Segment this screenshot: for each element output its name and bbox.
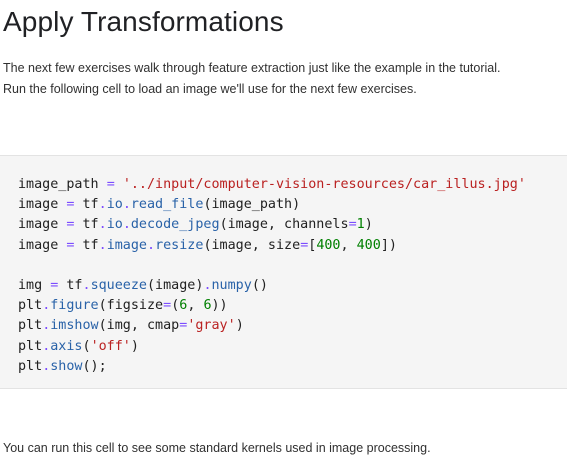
intro-text-line-1: The next few exercises walk through feat… [3,61,501,75]
code-token: tf [58,277,83,293]
code-token: plt [18,358,43,374]
code-token: ) [364,217,373,233]
code-token: (image, channels [219,217,349,233]
code-token: () [251,277,268,293]
outro-text: You can run this cell to see some standa… [3,441,431,455]
code-cell[interactable]: image_path = '../input/computer-vision-r… [0,155,567,389]
code-token: imshow [50,318,99,334]
code-token: )) [211,298,228,314]
code-line: plt.figure(figsize=(6, 6)) [18,296,526,316]
code-token: (image) [147,277,204,293]
code-token: . [98,197,107,213]
code-line: image = tf.image.resize(image, size=[400… [18,236,526,256]
code-token: . [98,217,107,233]
code-token: image [18,237,59,253]
code-token: io [106,197,123,213]
code-token: decode_jpeg [130,217,220,233]
code-token: show [50,358,83,374]
code-token: (image, size [203,237,301,253]
code-token: squeeze [90,277,147,293]
code-line: image = tf.io.decode_jpeg(image, channel… [18,215,526,235]
code-token: image_path [18,177,99,192]
code-token: . [122,217,131,233]
code-token: plt [18,298,43,314]
code-token: tf [74,237,99,253]
code-token: axis [50,338,83,354]
code-token: '../input/computer-vision-resources/car_… [122,177,526,192]
code-line: image_path = '../input/computer-vision-r… [18,175,526,195]
code-token: . [203,277,212,293]
code-token: 'off' [90,338,131,354]
code-token: ( [82,338,91,354]
code-token: (img, cmap [98,318,180,334]
code-line: plt.axis('off') [18,337,526,357]
code-token: tf [74,197,99,213]
code-token: figure [50,298,99,314]
code-token: . [98,237,107,253]
code-line: plt.imshow(img, cmap='gray') [18,316,526,336]
code-token: 400 [356,237,381,253]
code-token: image [106,237,147,253]
code-token: . [147,237,156,253]
code-line: image = tf.io.read_file(image_path) [18,195,526,215]
code-token: = [348,217,357,233]
code-token: resize [155,237,204,253]
code-token: ) [235,318,244,334]
code-token: , [340,237,357,253]
section-heading: Apply Transformations [3,6,284,37]
code-token: 400 [316,237,341,253]
code-token: 6 [203,298,212,314]
code-token: read_file [130,197,204,213]
code-token: 1 [356,217,365,233]
code-line: img = tf.squeeze(image).numpy() [18,276,526,296]
code-token: plt [18,338,43,354]
code-token: , [187,298,204,314]
code-token: 'gray' [187,318,236,334]
code-token: plt [18,318,43,334]
code-line: plt.show(); [18,357,526,377]
code-token: (image_path) [203,197,301,213]
code-token: io [106,217,123,233]
code-token: ) [130,338,139,354]
code-token: ]) [380,237,397,253]
code-token: (figsize [98,298,164,314]
code-token: tf [74,217,99,233]
code-token: image [18,197,59,213]
code-token: (); [82,358,107,374]
code-token: . [82,277,91,293]
code-token: . [122,197,131,213]
code-editor[interactable]: image_path = '../input/computer-vision-r… [18,175,526,377]
code-token: numpy [211,277,252,293]
code-token: image [18,217,59,233]
code-token: img [18,277,43,293]
code-token: = [106,177,115,192]
intro-text-line-2: Run the following cell to load an image … [3,82,417,96]
code-token: = [163,298,172,314]
